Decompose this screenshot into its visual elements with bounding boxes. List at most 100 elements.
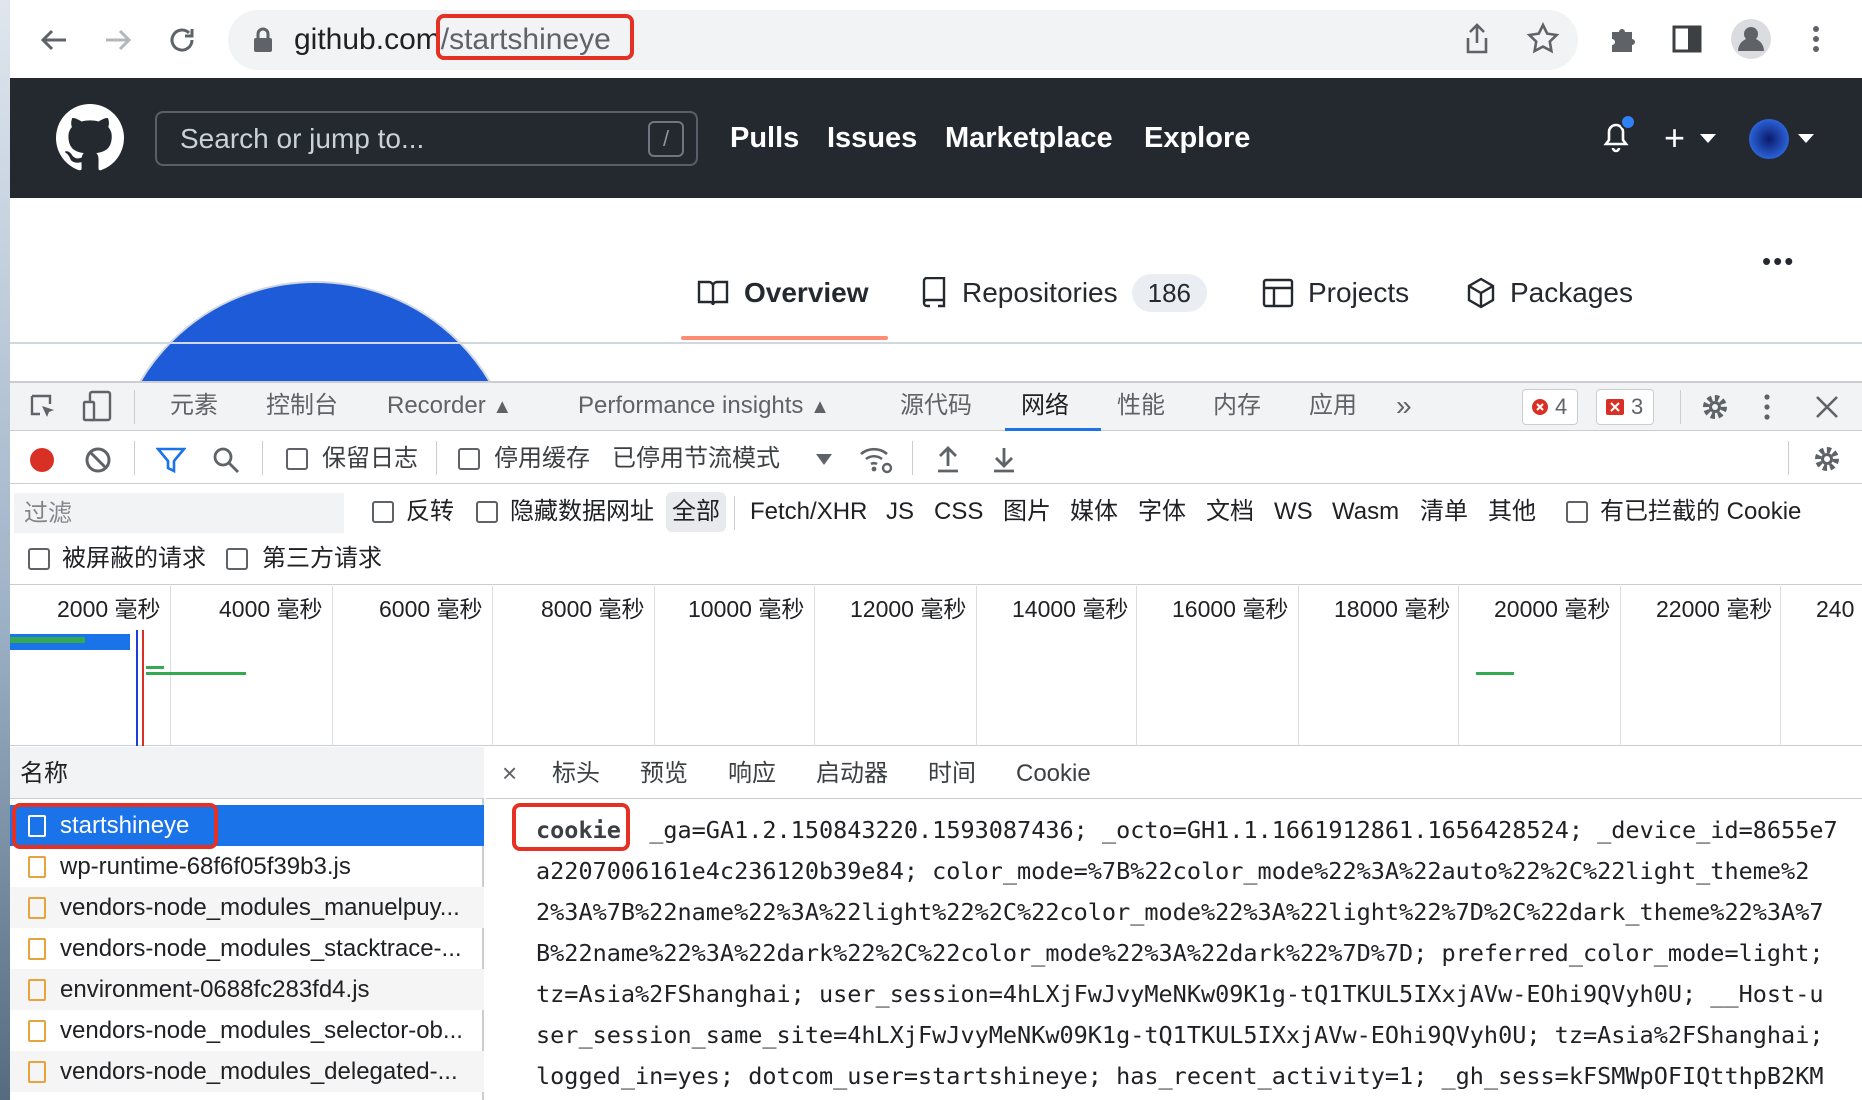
request-row[interactable]: vendors-node_modules_selector-ob... <box>10 1010 484 1051</box>
nav-explore[interactable]: Explore <box>1144 118 1250 158</box>
errors-count: 4 <box>1555 394 1568 419</box>
nav-issues[interactable]: Issues <box>827 118 917 158</box>
search-icon[interactable] <box>212 446 240 474</box>
tab-repositories[interactable]: Repositories 186 <box>920 273 1208 313</box>
request-row[interactable]: vendors-node_modules_stacktrace-... <box>10 928 484 969</box>
lock-icon[interactable] <box>252 26 274 54</box>
invert-checkbox[interactable] <box>372 501 394 523</box>
nav-pulls[interactable]: Pulls <box>730 118 799 158</box>
filter-type-img[interactable]: 图片 <box>1003 494 1051 530</box>
github-logo-icon[interactable] <box>56 104 124 172</box>
devtools-tab-application[interactable]: 应用 <box>1309 388 1357 424</box>
detail-tab-preview[interactable]: 预览 <box>640 757 688 791</box>
devtools-tab-network[interactable]: 网络 <box>1021 388 1069 424</box>
tab-packages[interactable]: Packages <box>1466 273 1633 313</box>
clear-icon[interactable] <box>84 446 112 474</box>
timeline-bar-resource <box>146 672 246 675</box>
errors-counter[interactable]: 4 <box>1522 389 1579 425</box>
timeline-bar-document-download <box>10 637 85 643</box>
network-settings-gear-icon[interactable] <box>1812 444 1842 474</box>
filter-type-all[interactable]: 全部 <box>672 494 720 530</box>
request-row[interactable]: environment-0688fc283fd4.js <box>10 969 484 1010</box>
import-har-upload-icon[interactable] <box>934 444 962 474</box>
filter-type-wasm[interactable]: Wasm <box>1332 494 1399 530</box>
devtools-tab-console[interactable]: 控制台 <box>266 388 338 424</box>
filter-type-other[interactable]: 其他 <box>1488 494 1536 530</box>
blocked-requests-checkbox[interactable] <box>28 548 50 570</box>
detail-tab-cookies[interactable]: Cookie <box>1016 757 1091 791</box>
extensions-puzzle-icon[interactable] <box>1606 22 1640 56</box>
issues-counter[interactable]: 3 <box>1596 389 1655 425</box>
filter-type-ws[interactable]: WS <box>1274 494 1313 530</box>
timeline-gridline <box>492 586 493 746</box>
devtools-tab-performance-insights[interactable]: Performance insights ▲ <box>578 388 830 425</box>
disable-cache-checkbox[interactable] <box>458 448 480 470</box>
hide-data-urls-checkbox[interactable] <box>476 501 498 523</box>
preserve-log-checkbox[interactable] <box>286 448 308 470</box>
profile-avatar-image[interactable] <box>110 280 520 382</box>
forward-button[interactable] <box>96 18 140 62</box>
filter-type-font[interactable]: 字体 <box>1138 494 1186 530</box>
profile-more-menu[interactable]: ••• <box>1762 246 1795 277</box>
script-file-icon <box>28 1020 46 1042</box>
notifications-bell-icon[interactable] <box>1596 114 1640 158</box>
timeline-tick-label: 10000 毫秒 <box>688 596 805 622</box>
detail-tab-response[interactable]: 响应 <box>728 757 776 791</box>
request-name: vendors-node_modules_manuelpuy... <box>60 894 460 921</box>
back-button[interactable] <box>32 18 76 62</box>
settings-gear-icon[interactable] <box>1700 392 1730 422</box>
filter-type-js[interactable]: JS <box>886 494 914 530</box>
blocked-cookies-checkbox[interactable] <box>1566 501 1588 523</box>
throttling-select[interactable]: 已停用节流模式 <box>612 442 780 476</box>
close-devtools-icon[interactable] <box>1814 394 1840 420</box>
tab-overview[interactable]: Overview <box>696 273 869 313</box>
create-new-plus[interactable]: + <box>1664 118 1685 158</box>
export-har-download-icon[interactable] <box>990 444 1018 474</box>
share-icon[interactable] <box>1462 22 1492 56</box>
filter-type-fetch-xhr[interactable]: Fetch/XHR <box>750 494 867 530</box>
request-row[interactable]: vendors-node_modules_delegated-... <box>10 1051 484 1092</box>
devtools-tab-sources[interactable]: 源代码 <box>900 388 972 424</box>
network-conditions-wifi-icon[interactable] <box>858 444 894 474</box>
filter-type-css[interactable]: CSS <box>934 494 983 530</box>
devtools-tab-elements[interactable]: 元素 <box>170 388 218 424</box>
filter-type-media[interactable]: 媒体 <box>1070 494 1118 530</box>
issue-flag-icon <box>1606 399 1624 415</box>
recorder-label: Recorder <box>387 392 486 419</box>
reload-button[interactable] <box>160 18 204 62</box>
filter-type-doc[interactable]: 文档 <box>1206 494 1254 530</box>
user-caret-icon[interactable] <box>1798 134 1814 144</box>
detail-tab-headers[interactable]: 标头 <box>552 757 600 791</box>
request-row[interactable]: wp-runtime-68f6f05f39b3.js <box>10 846 484 887</box>
bookmark-star-icon[interactable] <box>1526 22 1560 56</box>
user-avatar[interactable] <box>1748 118 1790 160</box>
close-detail-icon[interactable]: × <box>502 756 517 790</box>
book-icon <box>697 280 729 306</box>
toolbar-separator <box>912 441 913 475</box>
devtools-tab-memory[interactable]: 内存 <box>1213 388 1261 424</box>
browser-menu-icon[interactable] <box>1806 22 1826 56</box>
flask-icon: ▲ <box>492 396 513 418</box>
record-stop-icon[interactable] <box>28 446 56 474</box>
tab-projects[interactable]: Projects <box>1262 273 1409 313</box>
detail-tab-timing[interactable]: 时间 <box>928 757 976 791</box>
tab-overview-label: Overview <box>744 277 869 308</box>
script-file-icon <box>28 856 46 878</box>
name-column-header[interactable]: 名称 <box>20 757 68 791</box>
nav-marketplace[interactable]: Marketplace <box>945 118 1113 158</box>
side-panel-icon[interactable] <box>1670 22 1704 56</box>
filter-type-manifest[interactable]: 清单 <box>1420 494 1468 530</box>
detail-tab-initiator[interactable]: 启动器 <box>816 757 888 791</box>
device-toolbar-icon[interactable] <box>82 390 112 422</box>
devtools-tab-performance[interactable]: 性能 <box>1117 388 1165 424</box>
request-row[interactable]: vendors-node_modules_manuelpuy... <box>10 887 484 928</box>
more-tabs-chevron-icon[interactable]: » <box>1396 388 1412 424</box>
devtools-tab-recorder[interactable]: Recorder ▲ <box>387 388 512 425</box>
filter-funnel-icon[interactable] <box>156 446 186 474</box>
create-caret-icon[interactable] <box>1700 134 1716 144</box>
third-party-checkbox[interactable] <box>226 548 248 570</box>
profile-avatar-icon[interactable] <box>1730 18 1772 60</box>
throttling-dropdown-caret-icon[interactable] <box>816 454 832 466</box>
inspect-element-icon[interactable] <box>28 392 58 422</box>
devtools-menu-icon[interactable] <box>1762 392 1772 422</box>
